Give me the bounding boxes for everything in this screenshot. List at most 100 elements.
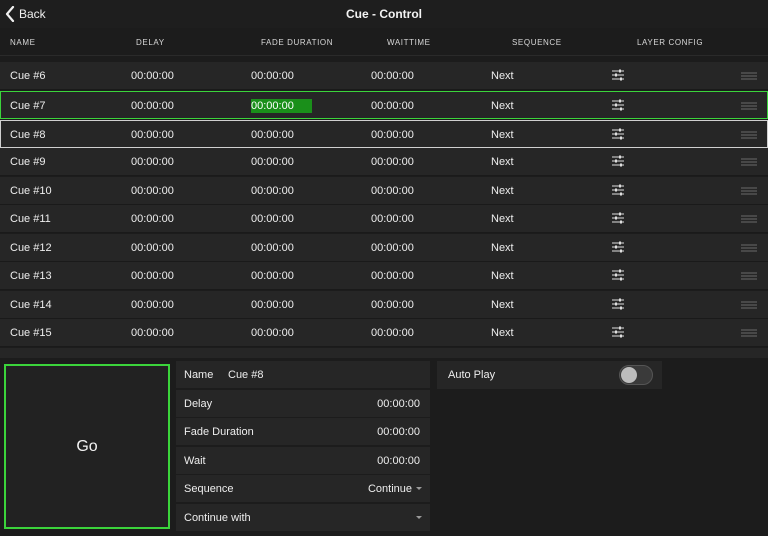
cue-wait[interactable]: 00:00:00: [371, 327, 414, 339]
name-row[interactable]: Name Cue #8: [176, 361, 430, 389]
cue-sequence[interactable]: Next: [491, 327, 514, 339]
sliders-icon[interactable]: [612, 69, 624, 81]
sliders-icon[interactable]: [612, 184, 624, 196]
name-value[interactable]: Cue #8: [228, 369, 263, 381]
sliders-icon[interactable]: [612, 155, 624, 167]
sequence-label: Sequence: [184, 483, 234, 496]
column-fade-duration: FADE DURATION: [261, 38, 334, 47]
table-row-selected[interactable]: Cue #8 00:00:00 00:00:00 00:00:00 Next: [0, 120, 768, 148]
cue-sequence[interactable]: Next: [491, 213, 514, 225]
cue-delay[interactable]: 00:00:00: [131, 270, 174, 282]
table-row[interactable]: Cue #11 00:00:00 00:00:00 00:00:00 Next: [0, 205, 768, 233]
fade-duration-value[interactable]: 00:00:00: [377, 426, 420, 438]
cue-sequence[interactable]: Next: [491, 100, 514, 112]
table-row[interactable]: Cue #14 00:00:00 00:00:00 00:00:00 Next: [0, 291, 768, 319]
sliders-icon[interactable]: [612, 128, 624, 140]
cue-sequence[interactable]: Next: [491, 270, 514, 282]
cue-sequence[interactable]: Next: [491, 70, 514, 82]
sequence-row[interactable]: Sequence Continue: [176, 475, 430, 504]
cue-wait[interactable]: 00:00:00: [371, 156, 414, 168]
cue-sequence[interactable]: Next: [491, 242, 514, 254]
cue-name: Cue #6: [10, 70, 46, 82]
cue-fade[interactable]: 00:00:00: [251, 270, 294, 282]
sliders-icon[interactable]: [612, 99, 624, 111]
column-header: NAME DELAY FADE DURATION WAITTIME SEQUEN…: [0, 28, 768, 56]
cue-name: Cue #14: [10, 299, 52, 311]
cue-delay[interactable]: 00:00:00: [131, 129, 174, 141]
cue-fade[interactable]: 00:00:00: [251, 299, 294, 311]
table-row[interactable]: Cue #6 00:00:00 00:00:00 00:00:00 Next: [0, 62, 768, 90]
table-row-partial[interactable]: [0, 348, 768, 358]
cue-sequence[interactable]: Next: [491, 156, 514, 168]
fade-duration-row[interactable]: Fade Duration 00:00:00: [176, 418, 430, 447]
go-button[interactable]: Go: [4, 364, 170, 529]
auto-play-toggle[interactable]: [619, 365, 653, 385]
name-label: Name: [184, 369, 214, 381]
cue-fade[interactable]: 00:00:00: [251, 185, 294, 197]
table-row[interactable]: Cue #9 00:00:00 00:00:00 00:00:00 Next: [0, 148, 768, 176]
table-row[interactable]: Cue #15 00:00:00 00:00:00 00:00:00 Next: [0, 319, 768, 347]
wait-label: Wait: [184, 454, 206, 467]
sliders-icon[interactable]: [612, 298, 624, 310]
chevron-down-icon[interactable]: [416, 487, 422, 491]
cue-delay[interactable]: 00:00:00: [131, 213, 174, 225]
drag-handle-icon[interactable]: [741, 72, 757, 80]
cue-delay[interactable]: 00:00:00: [131, 156, 174, 168]
chevron-down-icon[interactable]: [416, 515, 422, 519]
table-row-active[interactable]: Cue #7 00:00:00 00:00:00 00:00:00 Next: [0, 91, 768, 119]
cue-fade-editing[interactable]: 00:00:00: [251, 99, 312, 113]
cue-sequence[interactable]: Next: [491, 299, 514, 311]
sliders-icon[interactable]: [612, 212, 624, 224]
cue-fade[interactable]: 00:00:00: [251, 213, 294, 225]
delay-row[interactable]: Delay 00:00:00: [176, 389, 430, 418]
cue-fade[interactable]: 00:00:00: [251, 327, 294, 339]
cue-fade[interactable]: 00:00:00: [251, 70, 294, 82]
drag-handle-icon[interactable]: [741, 329, 757, 337]
cue-wait[interactable]: 00:00:00: [371, 185, 414, 197]
drag-handle-icon[interactable]: [741, 244, 757, 252]
cue-delay[interactable]: 00:00:00: [131, 299, 174, 311]
sliders-icon[interactable]: [612, 326, 624, 338]
cue-fade[interactable]: 00:00:00: [251, 242, 294, 254]
cue-fade[interactable]: 00:00:00: [251, 129, 294, 141]
sequence-value[interactable]: Continue: [368, 483, 412, 495]
drag-handle-icon[interactable]: [741, 158, 757, 166]
column-name: NAME: [10, 38, 36, 47]
drag-handle-icon[interactable]: [741, 131, 757, 139]
cue-properties: Name Cue #8 Delay 00:00:00 Fade Duration…: [176, 361, 430, 533]
sliders-icon[interactable]: [612, 269, 624, 281]
cue-delay[interactable]: 00:00:00: [131, 327, 174, 339]
cue-delay[interactable]: 00:00:00: [131, 70, 174, 82]
cue-wait[interactable]: 00:00:00: [371, 70, 414, 82]
delay-value[interactable]: 00:00:00: [377, 398, 420, 410]
cue-name: Cue #11: [10, 213, 51, 225]
continue-with-row[interactable]: Continue with: [176, 503, 430, 532]
cue-wait[interactable]: 00:00:00: [371, 129, 414, 141]
drag-handle-icon[interactable]: [741, 102, 757, 110]
cue-sequence[interactable]: Next: [491, 185, 514, 197]
table-row[interactable]: Cue #12 00:00:00 00:00:00 00:00:00 Next: [0, 234, 768, 262]
drag-handle-icon[interactable]: [741, 301, 757, 309]
cue-sequence[interactable]: Next: [491, 129, 514, 141]
fade-duration-label: Fade Duration: [184, 426, 254, 439]
drag-handle-icon[interactable]: [741, 215, 757, 223]
auto-play-label: Auto Play: [448, 369, 496, 381]
cue-name: Cue #12: [10, 242, 52, 254]
wait-value[interactable]: 00:00:00: [377, 455, 420, 467]
cue-wait[interactable]: 00:00:00: [371, 270, 414, 282]
cue-delay[interactable]: 00:00:00: [131, 100, 174, 112]
drag-handle-icon[interactable]: [741, 187, 757, 195]
cue-wait[interactable]: 00:00:00: [371, 213, 414, 225]
table-row[interactable]: Cue #10 00:00:00 00:00:00 00:00:00 Next: [0, 177, 768, 205]
wait-row[interactable]: Wait 00:00:00: [176, 446, 430, 475]
drag-handle-icon[interactable]: [741, 272, 757, 280]
cue-wait[interactable]: 00:00:00: [371, 242, 414, 254]
cue-delay[interactable]: 00:00:00: [131, 185, 174, 197]
cue-fade[interactable]: 00:00:00: [251, 156, 294, 168]
cue-delay[interactable]: 00:00:00: [131, 242, 174, 254]
cue-wait[interactable]: 00:00:00: [371, 299, 414, 311]
table-row[interactable]: Cue #13 00:00:00 00:00:00 00:00:00 Next: [0, 262, 768, 290]
cue-wait[interactable]: 00:00:00: [371, 100, 414, 112]
cue-name: Cue #10: [10, 185, 52, 197]
sliders-icon[interactable]: [612, 241, 624, 253]
